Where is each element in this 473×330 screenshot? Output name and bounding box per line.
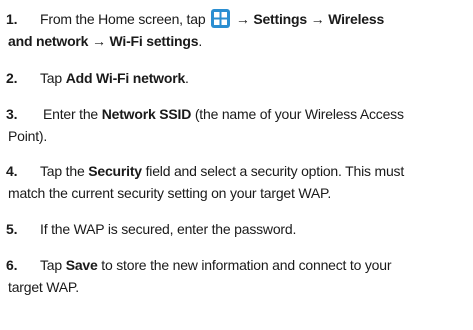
step-line-2: and network → Wi-Fi settings. bbox=[8, 30, 438, 52]
step-text: Tap Save to store the new information an… bbox=[8, 254, 470, 298]
step-text-segment: field and select a security option. This… bbox=[145, 163, 405, 179]
instruction-page: { "steps": [ { "number": "1.", "pre": "F… bbox=[0, 0, 473, 330]
step-number: 4. bbox=[6, 163, 18, 179]
menu-path-wireless: Wireless bbox=[328, 11, 385, 27]
step-bold-term: Security bbox=[88, 163, 142, 179]
step-text-segment: Enter the bbox=[43, 106, 99, 122]
step-line-1: Tap the Security field and select a secu… bbox=[40, 160, 470, 182]
step-text-segment: Tap bbox=[40, 70, 62, 86]
step-bold-term: Network SSID bbox=[101, 106, 192, 122]
menu-path-settings: Settings bbox=[253, 11, 307, 27]
step-bold-term: Add Wi-Fi network bbox=[65, 70, 186, 86]
step-line-2: target WAP. bbox=[8, 279, 79, 295]
arrow-icon: → bbox=[235, 11, 250, 27]
step-text-segment: From the Home screen, tap bbox=[40, 11, 206, 27]
apps-grid-icon bbox=[211, 9, 231, 28]
step-line-1: Enter the Network SSID (the name of your… bbox=[43, 103, 473, 125]
step-line-1: Tap Save to store the new information an… bbox=[40, 254, 470, 276]
step-text: Tap Add Wi-Fi network. bbox=[40, 67, 470, 89]
step-bold-term: Save bbox=[65, 257, 98, 273]
step-text-segment: Tap the bbox=[40, 163, 85, 179]
menu-path-wireless-cont: and network bbox=[8, 33, 89, 49]
step-text: Enter the Network SSID (the name of your… bbox=[8, 103, 473, 147]
step-number: 2. bbox=[6, 70, 18, 86]
step-line-1: From the Home screen, tap → Settings → W… bbox=[40, 8, 470, 30]
step-text-segment: (the name of your Wireless Access bbox=[194, 106, 404, 122]
step-text-segment: . bbox=[185, 70, 189, 86]
step-text-segment: . bbox=[198, 33, 203, 49]
step-text-segment: Tap bbox=[40, 257, 62, 273]
arrow-icon: → bbox=[91, 33, 106, 49]
step-text-segment: to store the new information and connect… bbox=[101, 257, 392, 273]
step-text: From the Home screen, tap → Settings → W… bbox=[8, 8, 470, 52]
arrow-icon: → bbox=[310, 11, 325, 27]
step-line-2: Point). bbox=[8, 128, 48, 144]
step-number: 1. bbox=[6, 11, 18, 27]
step-line-1: Tap Add Wi-Fi network. bbox=[40, 67, 470, 89]
step-line-2: match the current security setting on yo… bbox=[8, 185, 332, 201]
step-text: Tap the Security field and select a secu… bbox=[8, 160, 470, 204]
step-number: 6. bbox=[6, 257, 18, 273]
step-text: If the WAP is secured, enter the passwor… bbox=[40, 218, 470, 240]
step-line-1: If the WAP is secured, enter the passwor… bbox=[40, 221, 297, 237]
step-number: 5. bbox=[6, 221, 18, 237]
step-number: 3. bbox=[6, 106, 18, 122]
menu-path-wifi-settings: Wi-Fi settings bbox=[109, 33, 199, 49]
